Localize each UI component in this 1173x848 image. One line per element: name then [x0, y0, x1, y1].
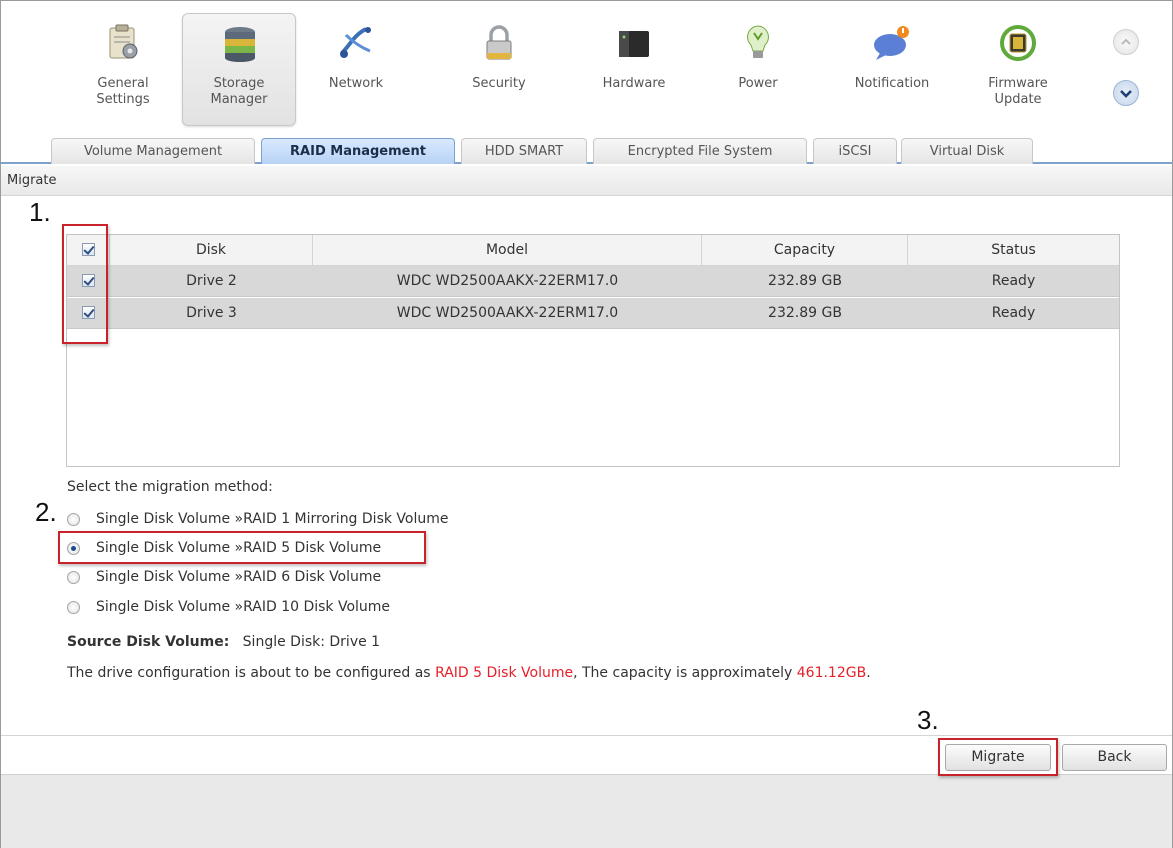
tab-bar: Volume Management RAID Management HDD SM…	[1, 134, 1172, 164]
category-label: Notification	[854, 76, 930, 91]
scroll-up-button[interactable]	[1113, 29, 1139, 55]
category-storage-manager[interactable]: Storage Manager	[182, 13, 296, 126]
summary-suffix: .	[866, 665, 871, 681]
notification-icon	[874, 26, 909, 60]
category-label: Power	[738, 76, 778, 91]
annotation-box-raid5-option	[58, 531, 426, 564]
radio-label: Single Disk Volume »RAID 6 Disk Volume	[96, 569, 382, 585]
annotation-step-3: 3.	[917, 705, 939, 735]
radio-button[interactable]	[67, 601, 80, 614]
category-network[interactable]: Network	[299, 13, 413, 126]
annotation-box-checkboxes	[62, 224, 108, 344]
category-label: Storage Manager	[210, 76, 268, 107]
back-button[interactable]: Back	[1062, 744, 1167, 771]
chevron-down-icon	[1120, 90, 1132, 98]
source-value: Single Disk: Drive 1	[242, 634, 381, 650]
table-row[interactable]: Drive 3 WDC WD2500AAKX-22ERM17.0 232.89 …	[67, 298, 1119, 329]
table-row[interactable]: Drive 2 WDC WD2500AAKX-22ERM17.0 232.89 …	[67, 266, 1119, 297]
category-label: Hardware	[602, 76, 666, 91]
category-power[interactable]: Power	[701, 13, 815, 126]
summary-prefix: The drive configuration is about to be c…	[67, 665, 436, 681]
category-label: Security	[472, 76, 526, 91]
chevron-up-icon	[1121, 38, 1131, 45]
firmware-update-icon	[1000, 25, 1036, 61]
category-label: Firmware Update	[988, 76, 1048, 107]
section-title: Migrate	[1, 166, 1172, 196]
annotation-step-2: 2.	[35, 497, 57, 527]
tab-virtual-disk[interactable]: Virtual Disk	[901, 138, 1033, 164]
disk-cell: Drive 2	[186, 273, 237, 289]
footer-divider	[1, 735, 1172, 736]
column-header-status[interactable]: Status	[908, 235, 1119, 266]
summary-raid-type: RAID 5 Disk Volume	[435, 665, 574, 681]
category-label: Network	[328, 76, 384, 91]
network-icon	[340, 27, 371, 58]
source-disk-volume: Source Disk Volume: Single Disk: Drive 1	[67, 634, 380, 650]
migration-prompt: Select the migration method:	[67, 479, 273, 495]
radio-button[interactable]	[67, 513, 80, 526]
summary-capacity: 461.12GB	[796, 665, 867, 681]
disk-cell: Drive 3	[186, 305, 237, 321]
storage-manager-icon	[225, 27, 255, 62]
model-cell: WDC WD2500AAKX-22ERM17.0	[396, 305, 619, 321]
annotation-box-migrate-button	[938, 738, 1058, 776]
column-header-capacity[interactable]: Capacity	[702, 235, 908, 266]
scroll-down-button[interactable]	[1113, 80, 1139, 106]
radio-button[interactable]	[67, 571, 80, 584]
tab-volume-management[interactable]: Volume Management	[51, 138, 255, 164]
category-hardware[interactable]: Hardware	[577, 13, 691, 126]
hardware-icon	[619, 31, 649, 57]
table-header-row: Disk Model Capacity Status	[67, 235, 1119, 266]
category-notification[interactable]: Notification	[835, 13, 949, 126]
security-lock-icon	[486, 25, 512, 60]
summary-middle: , The capacity is approximately	[573, 665, 797, 681]
tab-encrypted-file-system[interactable]: Encrypted File System	[593, 138, 807, 164]
configuration-summary: The drive configuration is about to be c…	[67, 665, 871, 681]
tab-raid-management[interactable]: RAID Management	[261, 138, 455, 164]
category-label: General Settings	[96, 76, 150, 107]
column-header-model[interactable]: Model	[313, 235, 702, 266]
annotation-step-1: 1.	[29, 197, 51, 227]
category-security[interactable]: Security	[442, 13, 556, 126]
capacity-cell: 232.89 GB	[768, 273, 842, 289]
app-window: General Settings Storage Manager Network	[0, 0, 1173, 848]
disk-table: Disk Model Capacity Status Drive 2 WDC W…	[66, 234, 1120, 467]
tab-iscsi[interactable]: iSCSI	[813, 138, 897, 164]
column-header-disk[interactable]: Disk	[110, 235, 313, 266]
category-general-settings[interactable]: General Settings	[66, 13, 180, 126]
radio-label: Single Disk Volume »RAID 10 Disk Volume	[96, 599, 391, 615]
footer-bar	[1, 774, 1172, 848]
status-cell: Ready	[991, 305, 1036, 321]
tab-hdd-smart[interactable]: HDD SMART	[461, 138, 587, 164]
status-cell: Ready	[991, 273, 1036, 289]
capacity-cell: 232.89 GB	[768, 305, 842, 321]
source-label: Source Disk Volume:	[67, 634, 230, 650]
radio-label: Single Disk Volume »RAID 1 Mirroring Dis…	[96, 511, 449, 527]
category-firmware-update[interactable]: Firmware Update	[961, 13, 1075, 126]
category-toolbar: General Settings Storage Manager Network	[1, 1, 1172, 134]
model-cell: WDC WD2500AAKX-22ERM17.0	[396, 273, 619, 289]
power-bulb-icon	[747, 25, 769, 58]
general-settings-icon	[109, 24, 138, 59]
